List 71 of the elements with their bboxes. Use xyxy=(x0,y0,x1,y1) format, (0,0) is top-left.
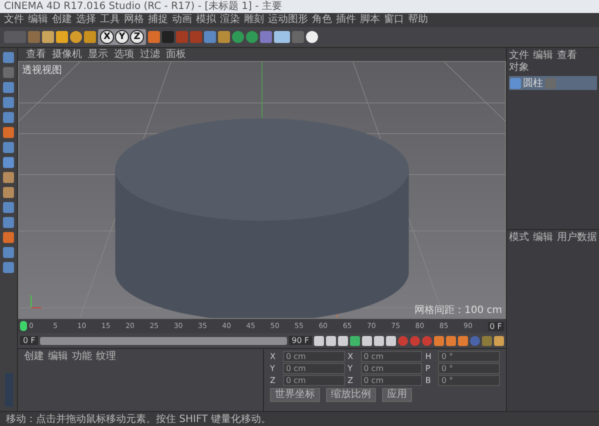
axis-label: X xyxy=(348,352,354,361)
value-field[interactable]: 0 cm xyxy=(283,363,345,374)
axis-label: X xyxy=(270,352,276,361)
menu-item[interactable]: 窗口 xyxy=(384,14,404,26)
axis-label: B xyxy=(425,376,432,385)
menu-item[interactable]: 捕捉 xyxy=(148,14,168,26)
menu-item[interactable]: 模式 xyxy=(509,232,529,244)
menu-item[interactable]: 角色 xyxy=(312,14,332,26)
menu-item[interactable]: 运动图形 xyxy=(268,14,308,26)
menu-item[interactable]: 编辑 xyxy=(533,50,553,62)
viewport[interactable]: 透视视图 网格间距：100 cm xyxy=(18,61,506,319)
value-field[interactable]: 0 ° xyxy=(438,363,500,374)
object-row[interactable]: 圆柱 xyxy=(509,76,597,90)
menu-item[interactable]: 显示 xyxy=(88,48,108,60)
menu-item[interactable]: 编辑 xyxy=(48,351,68,363)
menu-item[interactable]: 查看 xyxy=(557,50,577,62)
menu-item[interactable]: 插件 xyxy=(336,14,356,26)
value-field[interactable]: 0 ° xyxy=(438,351,500,362)
menu-item[interactable]: 雕刻 xyxy=(244,14,264,26)
menu-item[interactable]: 文件 xyxy=(4,14,24,26)
menu-item[interactable]: 网格 xyxy=(124,14,144,26)
panel-button[interactable]: 应用 xyxy=(382,388,412,402)
object-name: 圆柱 xyxy=(523,76,543,90)
axis-button[interactable]: X xyxy=(100,30,114,44)
window-title: CINEMA 4D R17.016 Studio (RC - R17) - [未标题 1] - 主要 xyxy=(4,0,282,12)
menu-item[interactable]: 选择 xyxy=(76,14,96,26)
value-field[interactable]: 0 cm xyxy=(360,363,422,374)
menu-item[interactable]: 纹理 xyxy=(96,351,116,363)
playhead-icon[interactable] xyxy=(20,321,27,331)
menu-item[interactable]: 创建 xyxy=(52,14,72,26)
menu-item[interactable]: 创建 xyxy=(24,351,44,363)
value-field[interactable]: 0 cm xyxy=(283,375,345,386)
menu-item[interactable]: 工具 xyxy=(100,14,120,26)
menu-item[interactable]: 模拟 xyxy=(196,14,216,26)
menu-item[interactable]: 动画 xyxy=(172,14,192,26)
viewport-label: 透视视图 xyxy=(22,64,62,77)
menu-item[interactable]: 对象 xyxy=(509,62,529,74)
grid-spacing-label: 网格间距：100 cm xyxy=(414,304,502,317)
axis-label: Z xyxy=(348,376,354,385)
menu-item[interactable]: 编辑 xyxy=(28,14,48,26)
axis-button[interactable]: Z xyxy=(130,30,144,44)
axis-label: H xyxy=(425,352,432,361)
value-field[interactable]: 0 cm xyxy=(283,351,345,362)
value-field[interactable]: 0 cm xyxy=(360,351,422,362)
axis-label: Y xyxy=(270,364,276,373)
axis-gizmo-icon xyxy=(30,295,42,308)
menu-item[interactable]: 脚本 xyxy=(360,14,380,26)
start-frame-field[interactable]: 0 F xyxy=(20,336,38,345)
menu-item[interactable]: 过滤 xyxy=(140,48,160,60)
value-field[interactable]: 0 cm xyxy=(360,375,422,386)
panel-button[interactable]: 世界坐标 xyxy=(270,388,320,402)
end-frame-field[interactable]: 90 F xyxy=(288,336,312,345)
axis-label: P xyxy=(425,364,432,373)
axis-label: Y xyxy=(348,364,354,373)
axis-label: Z xyxy=(270,376,276,385)
menu-item[interactable]: 用户数据 xyxy=(557,232,597,244)
menu-item[interactable]: 面板 xyxy=(166,48,186,60)
frame-range-slider[interactable] xyxy=(40,336,287,344)
current-frame-field[interactable]: 0 F xyxy=(488,322,504,330)
status-text: 移动：点击并拖动鼠标移动元素。按住 SHIFT 键量化移动。 xyxy=(6,412,271,426)
menu-item[interactable]: 编辑 xyxy=(533,232,553,244)
menu-item[interactable]: 功能 xyxy=(72,351,92,363)
menu-item[interactable]: 帮助 xyxy=(408,14,428,26)
menu-item[interactable]: 渲染 xyxy=(220,14,240,26)
menu-item[interactable]: 文件 xyxy=(509,50,529,62)
value-field[interactable]: 0 ° xyxy=(438,375,500,386)
menu-item[interactable]: 查看 xyxy=(26,48,46,60)
menu-item[interactable]: 摄像机 xyxy=(52,48,82,60)
axis-button[interactable]: Y xyxy=(115,30,129,44)
menu-item[interactable]: 选项 xyxy=(114,48,134,60)
panel-button[interactable]: 缩放比例 xyxy=(326,388,376,402)
